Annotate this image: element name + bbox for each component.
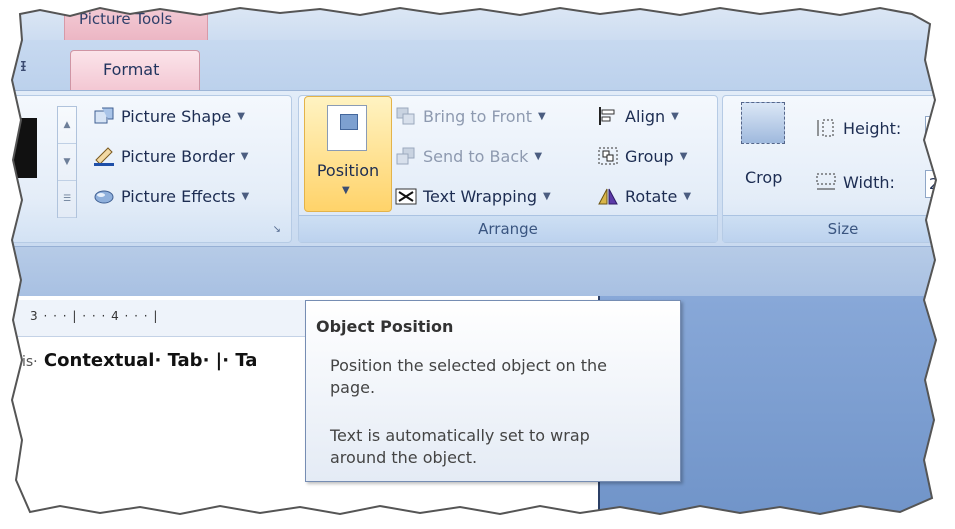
tooltip-line-4: around the object. [330, 448, 478, 467]
text-wrapping-button[interactable]: Text Wrapping ▼ [395, 186, 551, 206]
position-icon [327, 105, 367, 151]
align-icon [597, 106, 619, 126]
width-icon [815, 172, 837, 192]
picture-styles-group: ▲ ▼ ☰ Picture Shape ▼ Picture Border ▼ P… [0, 95, 292, 243]
gallery-more-icon[interactable]: ☰ [58, 181, 76, 218]
position-label: Position [316, 161, 380, 180]
chevron-down-icon: ▼ [534, 150, 543, 162]
height-label: Height: [843, 118, 902, 138]
ruler-marks: 3 · · · | · · · 4 · · · | [30, 309, 159, 323]
tooltip-line-1: Position the selected object on the [330, 356, 608, 375]
picture-tools-label: Picture Tools [79, 10, 173, 28]
chevron-down-icon: ▼ [342, 185, 350, 196]
text-wrapping-icon [395, 186, 417, 206]
bring-to-front-icon [395, 106, 417, 126]
crop-button[interactable]: Crop [745, 168, 782, 187]
chevron-down-icon: ▼ [671, 110, 679, 122]
picture-effects-label: Picture Effects [121, 186, 236, 206]
tooltip-title: Object Position [316, 317, 454, 336]
height-field-group: Height: [815, 118, 901, 138]
rotate-icon [597, 186, 619, 206]
picture-border-icon [93, 146, 115, 166]
width-field-group: Width: [815, 172, 895, 192]
picture-border-label: Picture Border [121, 146, 235, 166]
chevron-down-icon: ▼ [241, 190, 250, 202]
size-group-label: Size [723, 215, 955, 242]
tooltip-line-3: Text is automatically set to wrap [330, 426, 590, 445]
document-text-prefix: is· [22, 354, 38, 370]
document-text-heading: Contextual· Tab· |· Ta [43, 350, 258, 371]
bring-to-front-label: Bring to Front [423, 106, 532, 126]
align-label: Align [625, 106, 666, 126]
width-input[interactable]: 2 [925, 170, 955, 198]
tab-format[interactable]: Format [70, 50, 200, 92]
send-to-back-icon [395, 146, 417, 166]
chevron-down-icon: ▼ [542, 190, 551, 202]
height-icon [815, 118, 837, 138]
group-label: Group [625, 146, 674, 166]
position-button[interactable]: Position ▼ [304, 96, 392, 212]
screenshot-frame: Picture Tools ᵻ Format ▲ ▼ ☰ Picture Sha… [0, 0, 955, 529]
object-position-tooltip: Object Position Position the selected ob… [305, 300, 681, 482]
width-label: Width: [843, 172, 895, 192]
contextual-tab-group: Picture Tools [64, 0, 208, 40]
bring-to-front-button[interactable]: Bring to Front ▼ [395, 106, 546, 126]
crop-icon[interactable] [741, 102, 785, 144]
picture-effects-icon [93, 186, 115, 206]
rotate-button[interactable]: Rotate ▼ [597, 186, 691, 206]
send-to-back-button[interactable]: Send to Back ▼ [395, 146, 542, 166]
gallery-scroll-up-icon[interactable]: ▲ [58, 107, 76, 144]
align-button[interactable]: Align ▼ [597, 106, 679, 126]
gallery-scroll-down-icon[interactable]: ▼ [58, 144, 76, 181]
group-icon [597, 146, 619, 166]
style-gallery-edge[interactable] [0, 118, 37, 178]
picture-shape-button[interactable]: Picture Shape ▼ [93, 106, 245, 126]
chevron-down-icon: ▼ [538, 110, 546, 122]
height-input[interactable]: 1: [925, 116, 955, 144]
picture-effects-button[interactable]: Picture Effects ▼ [93, 186, 249, 206]
partial-tab-glyph: ᵻ [20, 55, 27, 76]
ribbon-lower-band [0, 246, 955, 297]
arrange-group-label: Arrange [299, 215, 717, 242]
chevron-down-icon: ▼ [240, 150, 249, 162]
tab-format-label: Format [103, 60, 160, 79]
document-text-line[interactable]: is· Contextual· Tab· |· Ta [22, 350, 257, 371]
text-wrapping-label: Text Wrapping [423, 186, 537, 206]
group-button[interactable]: Group ▼ [597, 146, 687, 166]
tooltip-line-2: page. [330, 378, 376, 397]
picture-border-button[interactable]: Picture Border ▼ [93, 146, 248, 166]
dialog-launcher-icon[interactable]: ↘ [273, 224, 281, 235]
chevron-down-icon: ▼ [679, 150, 688, 162]
chevron-down-icon: ▼ [683, 190, 692, 202]
picture-shape-icon [93, 106, 115, 126]
gallery-scroller[interactable]: ▲ ▼ ☰ [57, 106, 77, 218]
send-to-back-label: Send to Back [423, 146, 529, 166]
crop-label: Crop [745, 168, 783, 187]
ribbon: ▲ ▼ ☰ Picture Shape ▼ Picture Border ▼ P… [0, 90, 955, 247]
picture-shape-label: Picture Shape [121, 106, 232, 126]
rotate-label: Rotate [625, 186, 678, 206]
chevron-down-icon: ▼ [237, 110, 245, 122]
